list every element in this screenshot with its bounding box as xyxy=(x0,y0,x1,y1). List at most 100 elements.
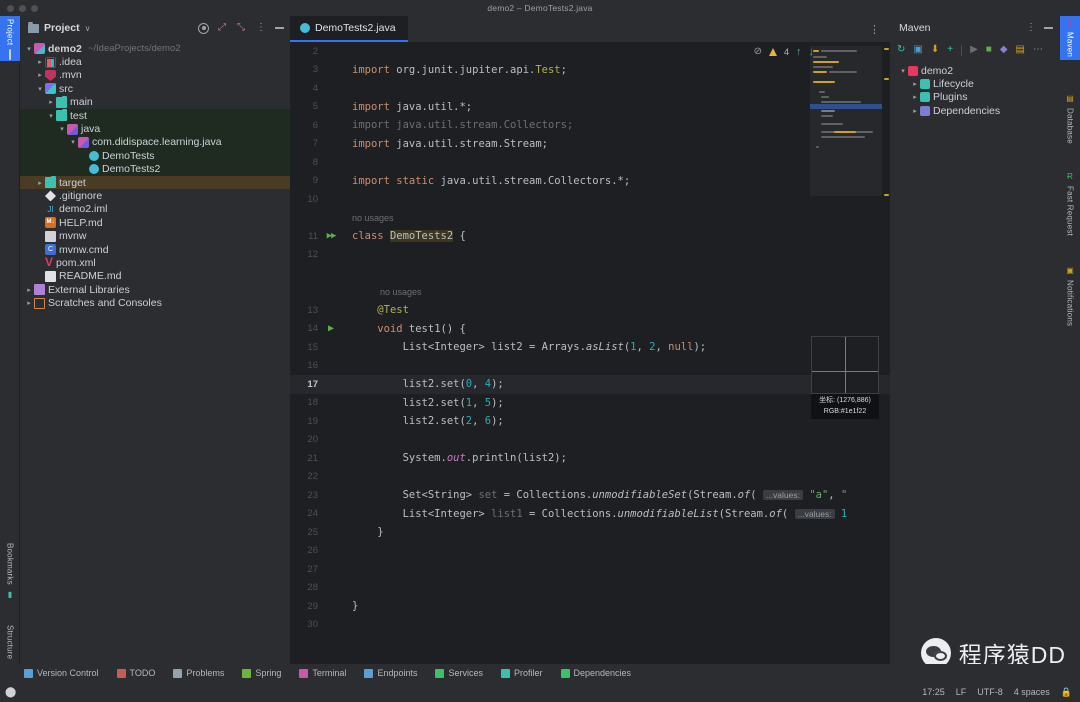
maven-node-plugins[interactable]: Plugins xyxy=(890,91,1060,104)
reload-icon[interactable]: ↻ xyxy=(897,45,905,55)
collapse-icon[interactable]: ⤡ xyxy=(237,23,247,33)
code-line[interactable]: 9 import static java.util.stream.Collecto… xyxy=(290,172,890,191)
tree-node-java[interactable]: java xyxy=(20,122,290,136)
run-test-icon[interactable]: ▶ xyxy=(318,323,344,334)
code-line[interactable]: 16 xyxy=(290,357,890,376)
hide-icon[interactable] xyxy=(275,27,284,29)
tree-node-scratches-and-consoles[interactable]: Scratches and Consoles xyxy=(20,296,290,309)
chevron-open-icon[interactable] xyxy=(57,125,67,133)
tree-node-mvnw-cmd[interactable]: Cmvnw.cmd xyxy=(20,243,290,256)
code-line[interactable]: no usages xyxy=(290,283,890,302)
code-line[interactable]: 20 xyxy=(290,431,890,450)
code-line[interactable]: 27 xyxy=(290,560,890,579)
chevron-open-icon[interactable] xyxy=(24,45,34,53)
tree-node-com-didispace-learning-java[interactable]: com.didispace.learning.java xyxy=(20,135,290,150)
code-line[interactable]: 25 } xyxy=(290,523,890,542)
code-line[interactable]: 4 xyxy=(290,79,890,98)
more-icon[interactable]: ⋮ xyxy=(256,23,266,33)
tree-node-src[interactable]: src xyxy=(20,82,290,95)
caret-position[interactable]: 17:25 xyxy=(922,687,945,697)
status-item-spring[interactable]: Spring xyxy=(242,668,281,678)
sidebar-item-project[interactable]: Project xyxy=(0,16,20,62)
more-options-icon[interactable]: ⋯ xyxy=(1033,45,1043,55)
lock-icon[interactable]: 🔒 xyxy=(1061,687,1072,698)
sidebar-item-bookmarks[interactable]: Bookmarks ▮ xyxy=(0,540,20,601)
code-line[interactable] xyxy=(290,264,890,283)
download-sources-icon[interactable]: ⬇ xyxy=(931,45,939,55)
maven-node-dependencies[interactable]: Dependencies xyxy=(890,104,1060,117)
code-line[interactable]: 17 list2.set(0, 4); xyxy=(290,375,890,394)
inspection-off-icon[interactable]: ⊘ xyxy=(754,46,762,57)
code-line[interactable]: 12 xyxy=(290,246,890,265)
chevron-closed-icon[interactable] xyxy=(24,286,34,294)
chevron-closed-icon[interactable] xyxy=(35,179,45,187)
tree-node-pom-xml[interactable]: Vpom.xml xyxy=(20,256,290,269)
code-line[interactable]: 26 xyxy=(290,542,890,561)
status-item-services[interactable]: Services xyxy=(435,668,483,678)
code-line[interactable]: 29} xyxy=(290,597,890,616)
code-line[interactable]: 14 ▶ void test1() { xyxy=(290,320,890,339)
status-item-problems[interactable]: Problems xyxy=(173,668,224,678)
add-maven-project-icon[interactable]: ▣ xyxy=(913,45,922,55)
tree-node-help-md[interactable]: M↓ HELP.md xyxy=(20,216,290,229)
hide-icon[interactable] xyxy=(1044,27,1053,29)
show-settings-icon[interactable]: ▤ xyxy=(1016,45,1025,55)
chevron-open-icon[interactable] xyxy=(46,112,56,120)
chevron-closed-icon[interactable] xyxy=(24,299,34,307)
code-line[interactable]: 8 xyxy=(290,153,890,172)
code-line[interactable]: 21 System.out.println(list2); xyxy=(290,449,890,468)
code-line[interactable]: 6 import java.util.stream.Collectors; xyxy=(290,116,890,135)
toggle-skip-tests-icon[interactable]: ◆ xyxy=(1000,45,1008,55)
code-line[interactable]: 30 xyxy=(290,616,890,635)
code-line[interactable]: 15 List<Integer> list2 = Arrays.asList(1… xyxy=(290,338,890,357)
line-separator[interactable]: LF xyxy=(956,687,967,697)
tab-demotests2-java[interactable]: DemoTests2.java xyxy=(290,16,408,42)
editor-tab-more-icon[interactable]: ⋮ xyxy=(869,23,890,42)
sidebar-item-fast-request[interactable]: Ɍ Fast Request xyxy=(1060,170,1080,239)
chevron-open-icon[interactable] xyxy=(68,138,78,146)
tree-node-demo2[interactable]: demo2 ~/IdeaProjects/demo2 xyxy=(20,42,290,55)
code-line[interactable]: 23 Set<String> set = Collections.unmodif… xyxy=(290,486,890,505)
tree-node-demo2-iml[interactable]: JI demo2.iml xyxy=(20,203,290,216)
status-item-version-control[interactable]: Version Control xyxy=(24,668,99,678)
status-bar[interactable]: Version Control TODO Problems Spring Termina… xyxy=(0,664,1080,682)
tree-node--mvn[interactable]: .mvn xyxy=(20,69,290,82)
code-line[interactable]: 5 import java.util.*; xyxy=(290,98,890,117)
status-bar-right[interactable]: 17:25 LF UTF-8 4 spaces 🔒 xyxy=(922,687,1072,698)
run-icon[interactable]: ▶ xyxy=(970,45,978,55)
status-item-dependencies[interactable]: Dependencies xyxy=(560,668,631,678)
tree-node--gitignore[interactable]: .gitignore xyxy=(20,189,290,202)
maven-toolbar[interactable]: ↻ ▣ ⬇ + ▶ ■ ◆ ▤ ⋯ xyxy=(890,40,1060,60)
more-icon[interactable]: ⋮ xyxy=(1026,23,1036,33)
file-encoding[interactable]: UTF-8 xyxy=(977,687,1003,697)
code-editor[interactable]: 2 3 import org.junit.jupiter.api.Test; 4 5 im… xyxy=(290,42,890,682)
run-all-tests-icon[interactable]: ▶▶ xyxy=(318,231,344,241)
add-icon[interactable]: + xyxy=(947,45,953,55)
maven-node-lifecycle[interactable]: Lifecycle xyxy=(890,77,1060,90)
project-tree[interactable]: demo2 ~/IdeaProjects/demo2 .idea.mvnsrcmai… xyxy=(20,40,290,310)
code-line[interactable]: 11 ▶▶ class DemoTests2 { xyxy=(290,227,890,246)
chevron-closed-icon[interactable] xyxy=(35,71,45,79)
tree-node--idea[interactable]: .idea xyxy=(20,55,290,68)
chevron-open-icon[interactable] xyxy=(35,85,45,93)
prev-problem-icon[interactable]: ↑ xyxy=(796,46,802,57)
maven-node-demo2[interactable]: demo2 xyxy=(890,64,1060,77)
chevron-closed-icon[interactable] xyxy=(910,93,920,101)
code-line[interactable]: 13 @Test xyxy=(290,301,890,320)
maven-tree[interactable]: demo2LifecyclePluginsDependencies xyxy=(890,60,1060,118)
chevron-closed-icon[interactable] xyxy=(35,58,45,66)
editor-vertical-scrollbar[interactable] xyxy=(882,42,890,682)
chevron-open-icon[interactable] xyxy=(898,67,908,75)
status-item-terminal[interactable]: Terminal xyxy=(299,668,346,678)
code-line[interactable]: 22 xyxy=(290,468,890,487)
execute-goal-icon[interactable]: ■ xyxy=(986,45,992,55)
tree-node-mvnw[interactable]: mvnw xyxy=(20,229,290,242)
code-line[interactable]: no usages xyxy=(290,209,890,228)
inspection-widget[interactable]: ⊘ 4 ↑ ↓ xyxy=(754,46,814,57)
tree-node-readme-md[interactable]: README.md xyxy=(20,270,290,283)
tree-node-external-libraries[interactable]: External Libraries xyxy=(20,283,290,296)
sidebar-item-notifications[interactable]: ▣ Notifications xyxy=(1060,264,1080,329)
code-line[interactable]: 19 list2.set(2, 6); xyxy=(290,412,890,431)
code-line[interactable]: 7 import java.util.stream.Stream; xyxy=(290,135,890,154)
chevron-closed-icon[interactable] xyxy=(910,107,920,115)
